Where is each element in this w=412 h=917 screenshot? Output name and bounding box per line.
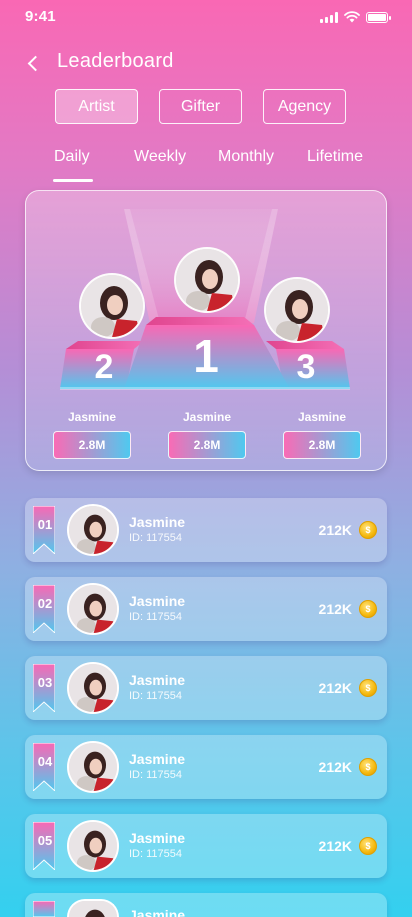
rank-number: 03	[37, 675, 53, 690]
user-score: 212K	[318, 759, 352, 775]
rank-ribbon-icon	[33, 901, 55, 917]
user-score: 212K	[318, 680, 352, 696]
podium-name-third: Jasmine	[297, 410, 347, 424]
podium-score-third: 2.8M	[283, 431, 361, 459]
rank-number: 04	[37, 754, 53, 769]
avatar	[67, 899, 119, 917]
list-item[interactable]: 02 Jasmine ID: 117554 212K $	[25, 577, 387, 641]
avatar	[67, 662, 119, 714]
status-bar: 9:41	[0, 0, 412, 36]
user-id: ID: 117554	[129, 769, 183, 781]
page-title: Leaderboard	[57, 50, 174, 72]
status-icons	[320, 11, 391, 23]
tab-weekly[interactable]: Weekly	[134, 148, 186, 166]
list-item[interactable]: 05 Jasmine ID: 117554 212K $	[25, 814, 387, 878]
user-name: Jasmine	[129, 907, 186, 917]
tab-monthly[interactable]: Monthly	[218, 148, 274, 166]
wifi-icon	[344, 11, 360, 23]
tab-daily[interactable]: Daily	[54, 148, 90, 166]
tab-agency[interactable]: Agency	[263, 89, 346, 124]
avatar	[67, 504, 119, 556]
podium-avatar-first[interactable]	[174, 247, 240, 313]
avatar	[67, 583, 119, 635]
status-time: 9:41	[25, 8, 56, 25]
podium-name-second: Jasmine	[67, 410, 117, 424]
rank-number: 05	[37, 833, 53, 848]
user-name: Jasmine	[129, 593, 186, 609]
podium-score-first: 2.8M	[168, 431, 246, 459]
coin-icon: $	[359, 521, 377, 539]
coin-icon: $	[359, 758, 377, 776]
user-name: Jasmine	[129, 830, 186, 846]
user-name: Jasmine	[129, 514, 186, 530]
user-score: 212K	[318, 601, 352, 617]
podium-avatar-second[interactable]	[79, 273, 145, 339]
avatar	[67, 820, 119, 872]
user-name: Jasmine	[129, 751, 186, 767]
list-item[interactable]: Jasmine	[25, 893, 387, 917]
rank-number: 02	[37, 596, 53, 611]
back-button[interactable]	[20, 50, 46, 76]
podium-avatar-third[interactable]	[264, 277, 330, 343]
coin-icon: $	[359, 679, 377, 697]
list-item[interactable]: 01 Jasmine ID: 117554 212K $	[25, 498, 387, 562]
rank-number: 01	[37, 517, 53, 532]
coin-icon: $	[359, 600, 377, 618]
tab-lifetime[interactable]: Lifetime	[307, 148, 363, 166]
user-name: Jasmine	[129, 672, 186, 688]
user-id: ID: 117554	[129, 848, 183, 860]
podium-name-first: Jasmine	[182, 410, 232, 424]
podium-place-third: 3	[296, 348, 316, 386]
podium-card: 1 2 3 Jasmine Jasmine Jasmine 2.8M 2.8M …	[25, 190, 387, 471]
cellular-signal-icon	[320, 11, 338, 23]
avatar	[67, 741, 119, 793]
coin-icon: $	[359, 837, 377, 855]
period-tabs: Daily Weekly Monthly Lifetime	[0, 146, 412, 186]
active-tab-indicator	[53, 179, 93, 182]
user-id: ID: 117554	[129, 611, 183, 623]
podium-place-first: 1	[193, 330, 219, 382]
user-score: 212K	[318, 838, 352, 854]
chevron-left-icon	[27, 55, 43, 71]
user-score: 212K	[318, 522, 352, 538]
battery-icon	[366, 11, 391, 23]
podium-place-second: 2	[94, 348, 114, 386]
list-item[interactable]: 03 Jasmine ID: 117554 212K $	[25, 656, 387, 720]
tab-artist[interactable]: Artist	[55, 89, 138, 124]
category-tabs: Artist Gifter Agency	[0, 89, 412, 125]
podium-score-second: 2.8M	[53, 431, 131, 459]
header: Leaderboard	[0, 44, 412, 80]
user-id: ID: 117554	[129, 532, 183, 544]
list-item[interactable]: 04 Jasmine ID: 117554 212K $	[25, 735, 387, 799]
user-id: ID: 117554	[129, 690, 183, 702]
tab-gifter[interactable]: Gifter	[159, 89, 242, 124]
